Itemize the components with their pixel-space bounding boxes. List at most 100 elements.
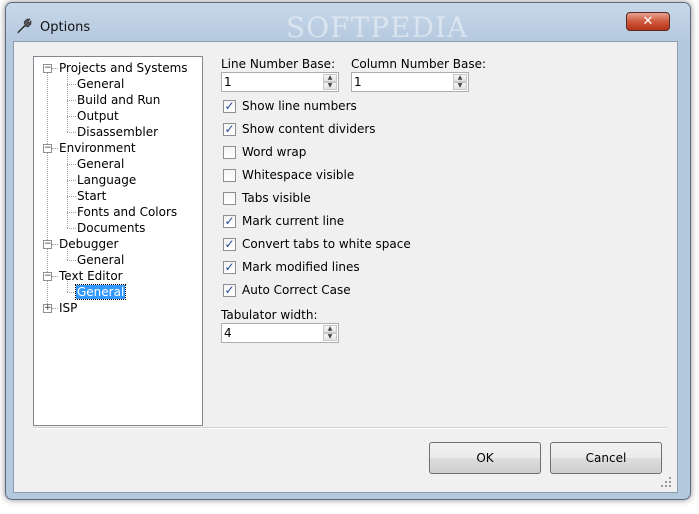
tree-subitem[interactable]: Disassembler [76, 125, 159, 140]
resize-grip-icon[interactable] [661, 477, 671, 487]
tree-branch-line [67, 228, 76, 229]
tree-item-label: Projects and Systems [59, 61, 188, 75]
spin-up-arrow-icon[interactable]: ▲ [323, 74, 337, 82]
tree-child-connector [67, 73, 68, 84]
tree-item-label: Disassembler [77, 125, 159, 139]
checkbox-checked-icon[interactable]: ✓ [223, 123, 236, 136]
checkbox-label[interactable]: Show line numbers [242, 99, 357, 113]
watermark: SOFTPEDIA [286, 11, 469, 44]
tree-child-connector [67, 153, 68, 164]
collapse-minus-icon[interactable]: − [43, 240, 52, 249]
tree-branch-line [67, 164, 76, 165]
options-category-tree[interactable]: − Projects and Systems General Build and Ru… [33, 56, 203, 426]
dialog-client-area: − Projects and Systems General Build and Ru… [13, 41, 678, 493]
checkbox-label[interactable]: Mark current line [242, 214, 344, 228]
checkbox-unchecked-icon[interactable] [223, 192, 236, 205]
spin-down-arrow-icon[interactable]: ▼ [323, 333, 337, 341]
spin-up-arrow-icon[interactable]: ▲ [323, 325, 337, 333]
tree-category-item[interactable]: Projects and Systems [58, 61, 189, 76]
line-number-base-label: Line Number Base: [221, 57, 336, 71]
checkbox-label[interactable]: Tabs visible [242, 191, 311, 205]
expand-plus-icon[interactable]: + [43, 304, 52, 313]
tree-branch-line [67, 132, 76, 133]
line-number-base-spinner[interactable]: ▲ ▼ [221, 72, 339, 92]
checkbox-label[interactable]: Auto Correct Case [242, 283, 351, 297]
collapse-minus-icon[interactable]: − [43, 144, 52, 153]
tabulator-width-label: Tabulator width: [221, 308, 318, 322]
tree-subitem[interactable]: Start [76, 189, 107, 204]
tabulator-width-input[interactable] [224, 325, 318, 341]
checkbox-unchecked-icon[interactable] [223, 169, 236, 182]
checkbox-unchecked-icon[interactable] [223, 146, 236, 159]
spin-down-arrow-icon[interactable]: ▼ [323, 82, 337, 90]
tree-item-label: Environment [59, 141, 136, 155]
tree-child-connector [67, 85, 68, 100]
tree-branch-line [67, 196, 76, 197]
tree-subitem[interactable]: Fonts and Colors [76, 205, 178, 220]
checkbox-label[interactable]: Whitespace visible [242, 168, 354, 182]
tree-subitem[interactable]: Output [76, 109, 120, 124]
tree-subitem[interactable]: General [76, 77, 125, 92]
tree-category-item[interactable]: ISP [58, 301, 78, 316]
collapse-minus-icon[interactable]: − [43, 272, 52, 281]
spin-down-arrow-icon[interactable]: ▼ [453, 82, 467, 90]
tree-subitem[interactable]: General [76, 157, 125, 172]
tree-item-label: General [74, 284, 127, 300]
column-number-base-input[interactable] [354, 74, 448, 90]
tree-subitem[interactable]: General [74, 284, 127, 300]
tree-branch-line [67, 212, 76, 213]
tree-branch-line [67, 292, 76, 293]
checkbox-checked-icon[interactable]: ✓ [223, 284, 236, 297]
checkbox-label[interactable]: Convert tabs to white space [242, 237, 411, 251]
checkbox-checked-icon[interactable]: ✓ [223, 261, 236, 274]
tree-item-label: Start [77, 189, 107, 203]
tree-child-connector [67, 117, 68, 132]
line-number-base-input[interactable] [224, 74, 318, 90]
tree-item-label: General [77, 157, 125, 171]
checkbox-checked-icon[interactable]: ✓ [223, 100, 236, 113]
checkbox-checked-icon[interactable]: ✓ [223, 215, 236, 228]
column-number-base-label: Column Number Base: [351, 57, 487, 71]
tree-branch-line [67, 260, 76, 261]
tree-child-connector [67, 213, 68, 228]
tree-item-label: Build and Run [77, 93, 161, 107]
tree-branch-line [67, 180, 76, 181]
cancel-button-label: Cancel [585, 451, 627, 465]
checkbox-label[interactable]: Word wrap [242, 145, 306, 159]
ok-button[interactable]: OK [429, 442, 541, 474]
checkbox-label[interactable]: Show content dividers [242, 122, 376, 136]
close-icon: ✕ [642, 14, 654, 29]
column-number-base-spinner[interactable]: ▲ ▼ [351, 72, 469, 92]
tree-item-label: Language [77, 173, 137, 187]
tree-child-connector [67, 249, 68, 260]
tree-child-connector [67, 165, 68, 180]
tree-item-label: Output [77, 109, 119, 123]
tabulator-width-spinner[interactable]: ▲ ▼ [221, 323, 339, 343]
window-title: Options [40, 20, 91, 35]
collapse-minus-icon[interactable]: − [43, 64, 52, 73]
tree-child-connector [67, 181, 68, 196]
tree-item-label: Fonts and Colors [77, 205, 178, 219]
tree-category-item[interactable]: Environment [58, 141, 137, 156]
tree-item-label: Documents [77, 221, 146, 235]
checkbox-label[interactable]: Mark modified lines [242, 260, 360, 274]
footer-separator [33, 427, 667, 429]
tree-subitem[interactable]: General [76, 253, 125, 268]
checkbox-checked-icon[interactable]: ✓ [223, 238, 236, 251]
ok-button-label: OK [476, 451, 494, 465]
tree-item-label: ISP [59, 301, 78, 315]
tree-subitem[interactable]: Language [76, 173, 137, 188]
cancel-button[interactable]: Cancel [550, 442, 662, 474]
wrench-icon [17, 18, 32, 34]
tree-child-connector [67, 101, 68, 116]
tree-subitem[interactable]: Build and Run [76, 93, 161, 108]
tree-branch-line [67, 100, 76, 101]
tree-subitem[interactable]: Documents [76, 221, 146, 236]
tree-child-connector [67, 197, 68, 212]
title-bar[interactable]: Options SOFTPEDIA ✕ [6, 3, 690, 44]
tree-branch-line [67, 84, 76, 85]
tree-branch-line [67, 116, 76, 117]
close-button[interactable]: ✕ [626, 12, 670, 31]
tree-child-connector [67, 281, 68, 292]
spin-up-arrow-icon[interactable]: ▲ [453, 74, 467, 82]
